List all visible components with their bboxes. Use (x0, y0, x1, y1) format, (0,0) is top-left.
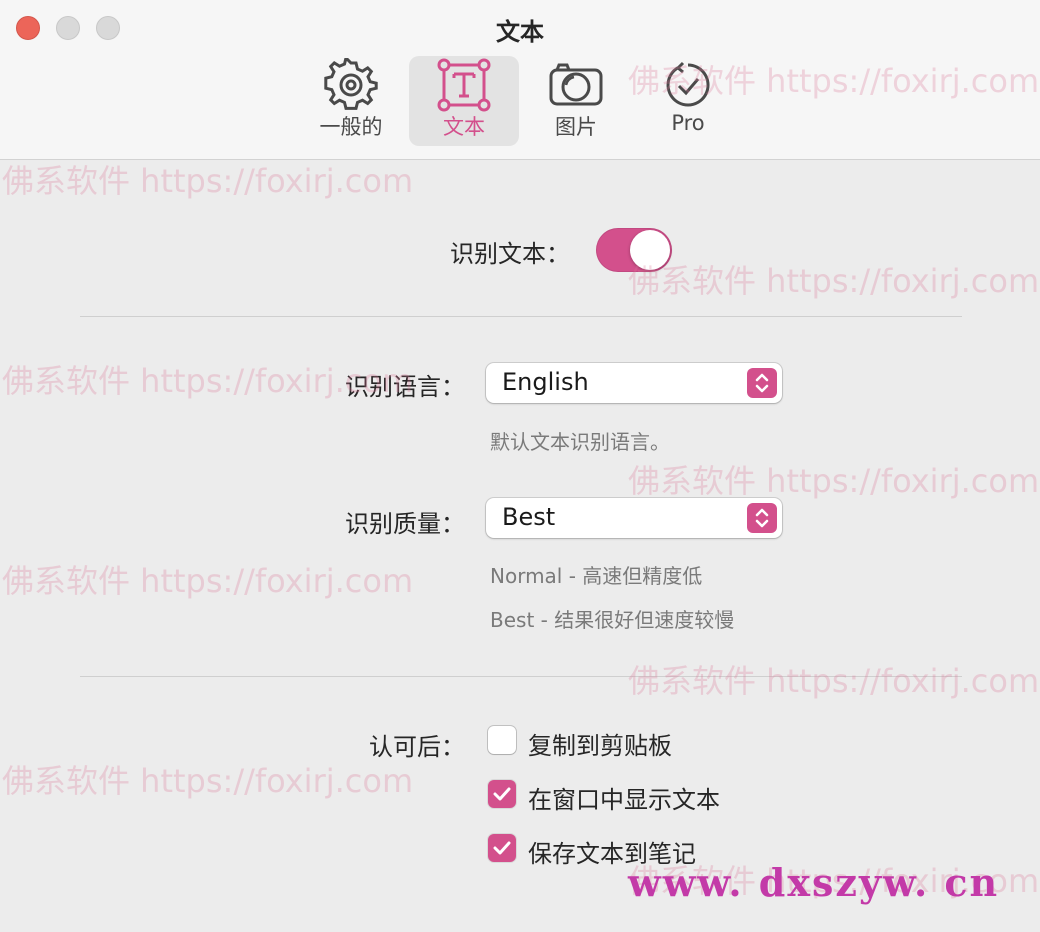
language-hint: 默认文本识别语言。 (490, 430, 670, 454)
copy-to-clipboard-checkbox[interactable] (488, 726, 516, 754)
watermark: 佛系软件 https://foxirj.com (628, 62, 1040, 100)
watermark: 佛系软件 https://foxirj.com (2, 762, 414, 800)
watermark-site: www. dxszyw. cn (628, 860, 1000, 905)
tab-text[interactable]: 文本 (409, 56, 519, 146)
show-in-window-checkbox[interactable] (488, 780, 516, 808)
quality-select-value: Best (502, 503, 556, 531)
tab-general-label: 一般的 (319, 115, 383, 139)
watermark: 佛系软件 https://foxirj.com (628, 662, 1040, 700)
preferences-window: 文本 一般的 文本 图片 Pro 识别文本： 识别语言： English 默认文… (0, 0, 1040, 932)
watermark: 佛系软件 https://foxirj.com (2, 362, 414, 400)
tab-image[interactable]: 图片 (521, 56, 631, 146)
quality-hint-best: Best - 结果很好但速度较慢 (490, 608, 735, 632)
gear-icon (324, 58, 378, 110)
tab-general[interactable]: 一般的 (296, 56, 406, 146)
text-frame-icon (437, 58, 491, 112)
chevron-up-down-icon (747, 503, 777, 533)
copy-to-clipboard-label: 复制到剪贴板 (528, 732, 672, 760)
tab-pro-label: Pro (671, 111, 705, 135)
watermark: 佛系软件 https://foxirj.com (628, 262, 1040, 300)
chevron-up-down-icon (747, 368, 777, 398)
recognize-text-label: 识别文本： (450, 240, 570, 268)
show-in-window-label: 在窗口中显示文本 (528, 786, 720, 814)
window-title: 文本 (496, 18, 544, 46)
quality-hint-normal: Normal - 高速但精度低 (490, 564, 703, 588)
checkmark-icon (493, 841, 511, 855)
quality-label: 识别质量： (345, 510, 465, 538)
camera-icon (549, 63, 603, 106)
quality-select[interactable]: Best (486, 498, 782, 538)
tab-image-label: 图片 (555, 115, 597, 139)
tab-text-label: 文本 (443, 115, 485, 139)
watermark: 佛系软件 https://foxirj.com (628, 462, 1040, 500)
watermark: 佛系软件 https://foxirj.com (2, 562, 414, 600)
language-select[interactable]: English (486, 363, 782, 403)
save-to-notes-checkbox[interactable] (488, 834, 516, 862)
watermark: 佛系软件 https://foxirj.com (2, 162, 414, 200)
language-select-value: English (502, 368, 589, 396)
checkmark-icon (493, 787, 511, 801)
section-divider (80, 316, 962, 317)
